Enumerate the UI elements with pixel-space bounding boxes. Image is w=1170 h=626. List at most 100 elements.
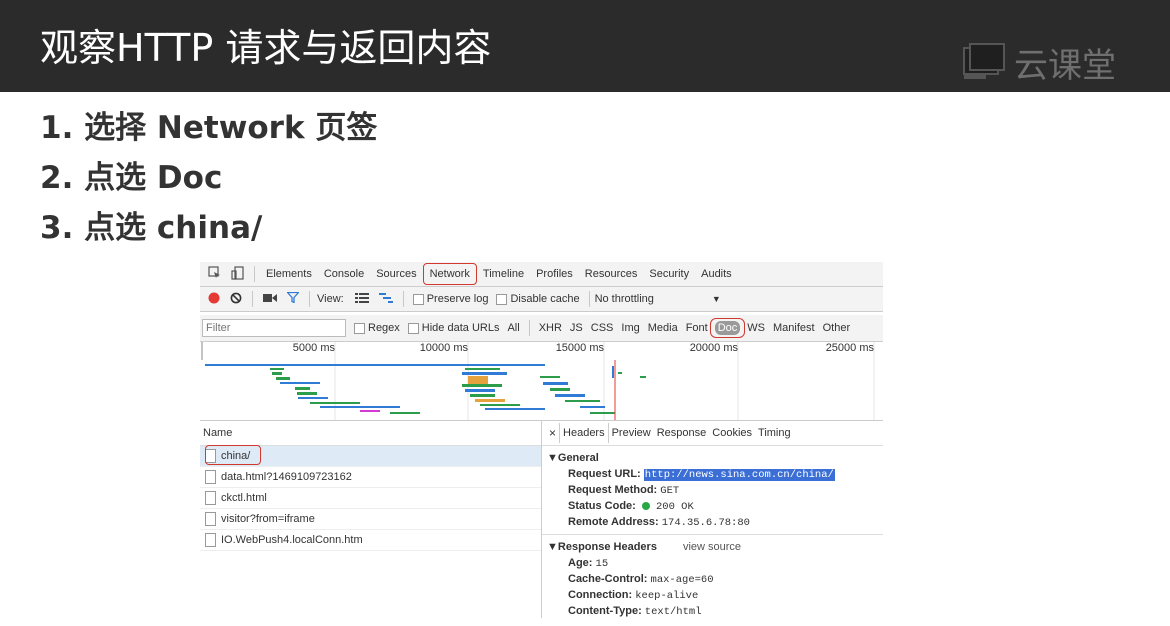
age-value: 15: [595, 558, 609, 570]
filter-icon[interactable]: [286, 291, 300, 306]
detail-tabs: × Headers Preview Response Cookies Timin…: [542, 421, 883, 446]
request-name: ckctl.html: [221, 492, 267, 504]
filter-type-doc[interactable]: Doc: [714, 321, 741, 335]
filter-type-font[interactable]: Font: [682, 322, 712, 334]
filter-type-media[interactable]: Media: [644, 322, 682, 334]
tab-sources[interactable]: Sources: [370, 264, 422, 284]
toolbar-divider: [402, 291, 404, 307]
remote-address-row: Remote Address: 174.35.6.78:80: [568, 514, 883, 530]
inspect-icon[interactable]: [208, 266, 221, 282]
chevron-down-icon: ▼: [711, 294, 721, 304]
hide-data-urls-checkbox[interactable]: Hide data URLs: [407, 322, 500, 334]
cache-control-row: Cache-Control: max-age=60: [568, 571, 883, 587]
network-overview-timeline[interactable]: 5000 ms 10000 ms 15000 ms 20000 ms 25000…: [200, 342, 883, 421]
request-url-label: Request URL:: [568, 468, 641, 480]
tab-response[interactable]: Response: [654, 427, 710, 439]
content-type-label: Content-Type:: [568, 605, 642, 617]
toolbar-divider: [528, 320, 530, 336]
document-icon: [205, 533, 216, 547]
filter-type-js[interactable]: JS: [566, 322, 587, 334]
step-2: 2. 点选 Doc: [40, 160, 223, 196]
highlight-ring: [205, 445, 261, 465]
request-name-list: Name china/ data.html?1469109723162 ckct…: [200, 421, 542, 618]
close-icon[interactable]: ×: [546, 426, 559, 440]
capture-screenshots-icon[interactable]: [263, 293, 277, 306]
response-headers-toggle[interactable]: ▼Response Headers: [547, 539, 657, 555]
toolbar-divider: [588, 291, 590, 307]
record-icon[interactable]: [208, 292, 220, 307]
network-toolbar: View: Preserve log Disable cache No thro…: [200, 287, 883, 312]
cache-control-value: max-age=60: [650, 574, 714, 586]
request-name: data.html?1469109723162: [221, 471, 352, 483]
tab-timing[interactable]: Timing: [755, 427, 794, 439]
doc-highlight-ring: Doc: [709, 318, 746, 338]
brand-logo: 云课堂: [962, 38, 1116, 86]
clear-icon[interactable]: [230, 292, 242, 307]
regex-label: Regex: [368, 322, 400, 334]
request-name: IO.WebPush4.localConn.htm: [221, 534, 363, 546]
timeline-waterfall: [201, 342, 875, 420]
content-type-value: text/html: [644, 606, 702, 618]
checkbox-box: [412, 293, 424, 305]
filter-type-img[interactable]: Img: [617, 322, 643, 334]
tab-headers[interactable]: Headers: [559, 423, 609, 443]
devtools-panel: Elements Console Sources Network Timelin…: [200, 262, 883, 618]
filter-type-other[interactable]: Other: [819, 322, 855, 334]
request-method-value: GET: [660, 485, 680, 497]
request-detail-pane: × Headers Preview Response Cookies Timin…: [542, 421, 883, 618]
status-ok-icon: [641, 502, 650, 511]
step-list: 1. 选择 Network 页签 2. 点选 Doc 3. 点选 china/: [40, 103, 377, 253]
request-row[interactable]: ckctl.html: [200, 488, 541, 509]
tab-network[interactable]: Network: [422, 263, 477, 285]
regex-checkbox[interactable]: Regex: [354, 322, 400, 334]
tab-elements[interactable]: Elements: [260, 264, 318, 284]
remote-address-label: Remote Address:: [568, 516, 659, 528]
view-label: View:: [317, 293, 344, 305]
throttling-select[interactable]: No throttling ▼: [595, 293, 721, 305]
name-column-header[interactable]: Name: [200, 421, 541, 446]
throttling-value: No throttling: [594, 293, 654, 305]
status-code-row: Status Code: 200 OK: [568, 498, 883, 514]
request-row[interactable]: IO.WebPush4.localConn.htm: [200, 530, 541, 551]
overview-icon[interactable]: [378, 292, 393, 306]
checkbox-box: [407, 322, 419, 334]
filter-input[interactable]: [202, 319, 346, 337]
request-url-row: Request URL: http://news.sina.com.cn/chi…: [568, 466, 883, 482]
connection-label: Connection:: [568, 589, 633, 601]
request-row[interactable]: china/: [200, 445, 541, 467]
request-method-row: Request Method: GET: [568, 482, 883, 498]
filter-type-manifest[interactable]: Manifest: [769, 322, 819, 334]
cache-control-label: Cache-Control:: [568, 573, 648, 585]
filter-type-css[interactable]: CSS: [587, 322, 618, 334]
general-section-toggle[interactable]: ▼General: [547, 450, 883, 466]
slide-header: 观察HTTP 请求与返回内容 云课堂: [0, 0, 1170, 92]
tab-preview[interactable]: Preview: [609, 427, 654, 439]
filter-type-ws[interactable]: WS: [743, 322, 769, 334]
tab-resources[interactable]: Resources: [579, 264, 644, 284]
step-1: 1. 选择 Network 页签: [40, 110, 378, 146]
preserve-log-checkbox[interactable]: Preserve log: [412, 293, 489, 305]
status-code-label: Status Code:: [568, 500, 636, 512]
filter-type-all[interactable]: All: [503, 322, 523, 334]
tab-console[interactable]: Console: [318, 264, 370, 284]
brand-icon: [962, 42, 1006, 82]
request-row[interactable]: visitor?from=iframe: [200, 509, 541, 530]
request-row[interactable]: data.html?1469109723162: [200, 467, 541, 488]
large-rows-icon[interactable]: [354, 292, 369, 306]
device-mode-icon[interactable]: [231, 265, 244, 283]
filter-bar: Regex Hide data URLs All XHR JS CSS Img …: [200, 315, 883, 342]
hide-data-urls-label: Hide data URLs: [421, 322, 500, 334]
tab-profiles[interactable]: Profiles: [530, 264, 579, 284]
filter-type-xhr[interactable]: XHR: [535, 322, 566, 334]
tab-security[interactable]: Security: [643, 264, 695, 284]
disable-cache-checkbox[interactable]: Disable cache: [496, 293, 580, 305]
slide-title: 观察HTTP 请求与返回内容: [40, 26, 492, 70]
preserve-log-label: Preserve log: [426, 293, 489, 305]
age-row: Age: 15: [568, 555, 883, 571]
tab-audits[interactable]: Audits: [695, 264, 738, 284]
age-label: Age:: [568, 557, 593, 569]
view-source-link[interactable]: view source: [683, 539, 741, 555]
tab-timeline[interactable]: Timeline: [477, 264, 530, 284]
document-icon: [205, 512, 216, 526]
tab-cookies[interactable]: Cookies: [709, 427, 755, 439]
